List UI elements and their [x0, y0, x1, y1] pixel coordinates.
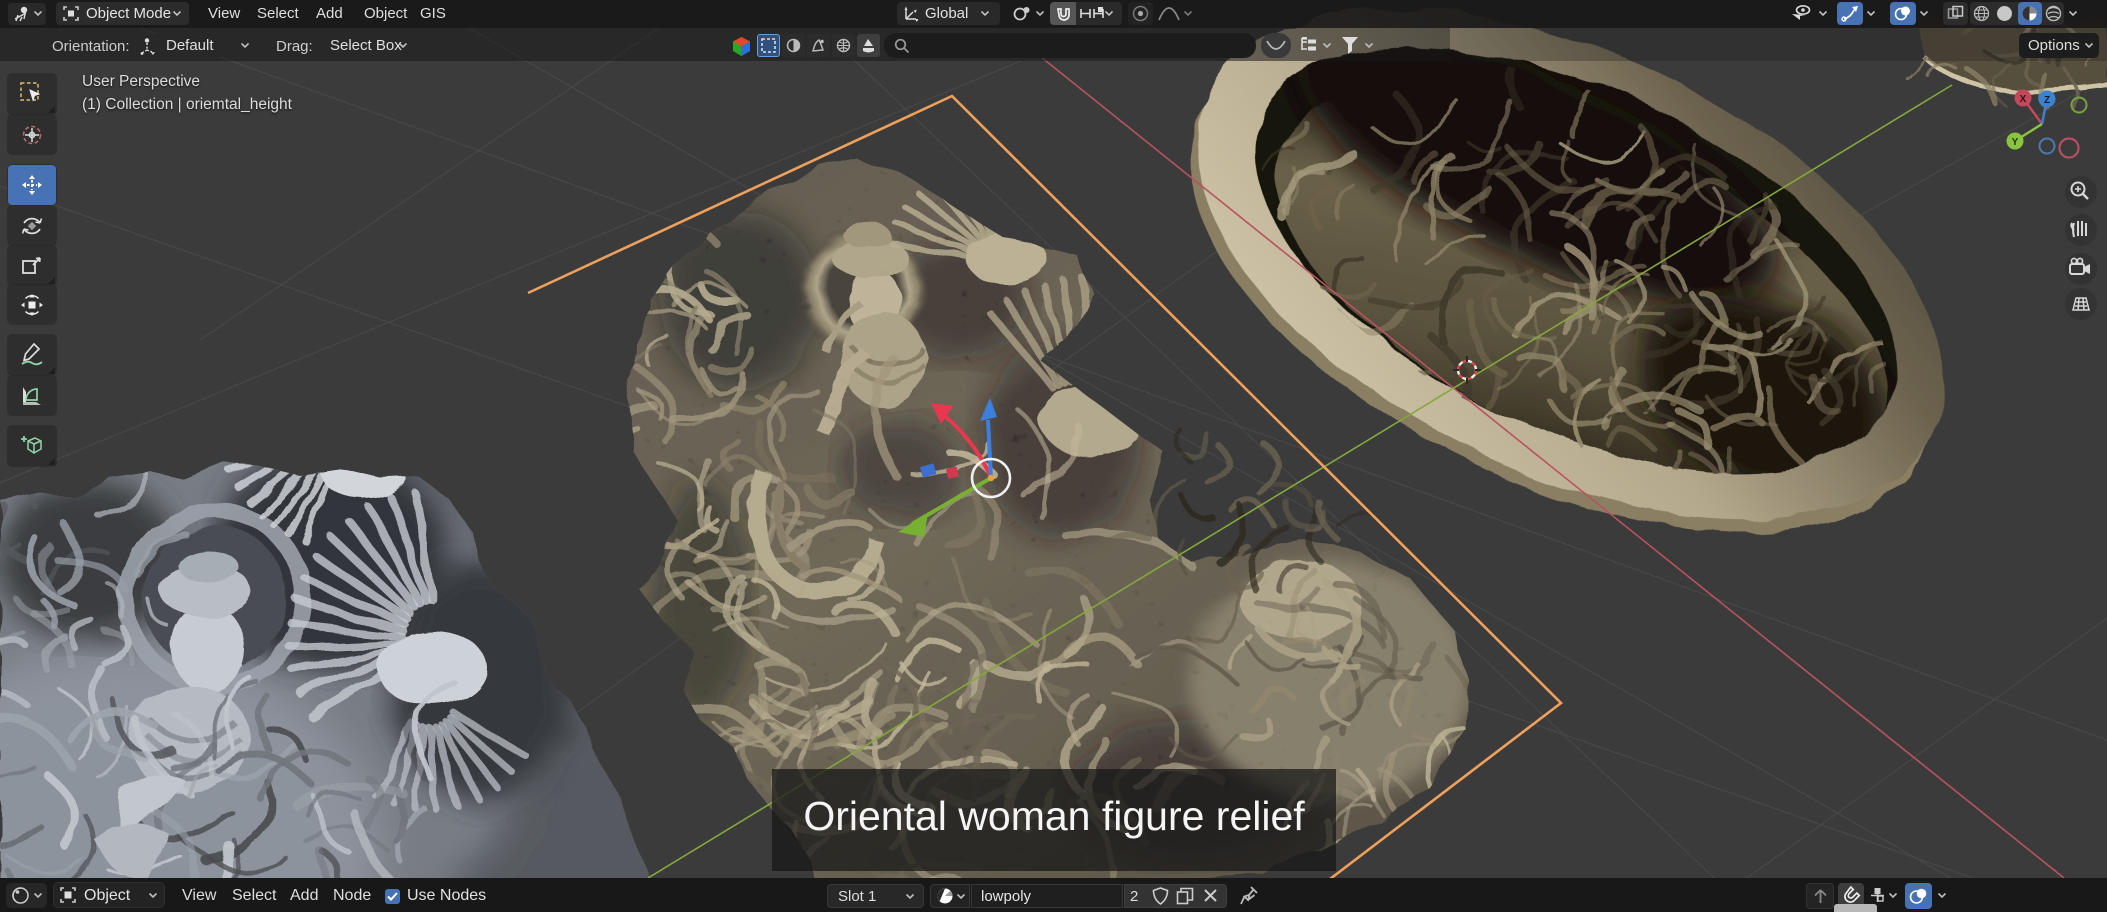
svg-text:Z: Z	[2044, 95, 2050, 106]
svg-text:Y: Y	[2012, 137, 2019, 148]
svg-text:X: X	[2020, 94, 2027, 105]
